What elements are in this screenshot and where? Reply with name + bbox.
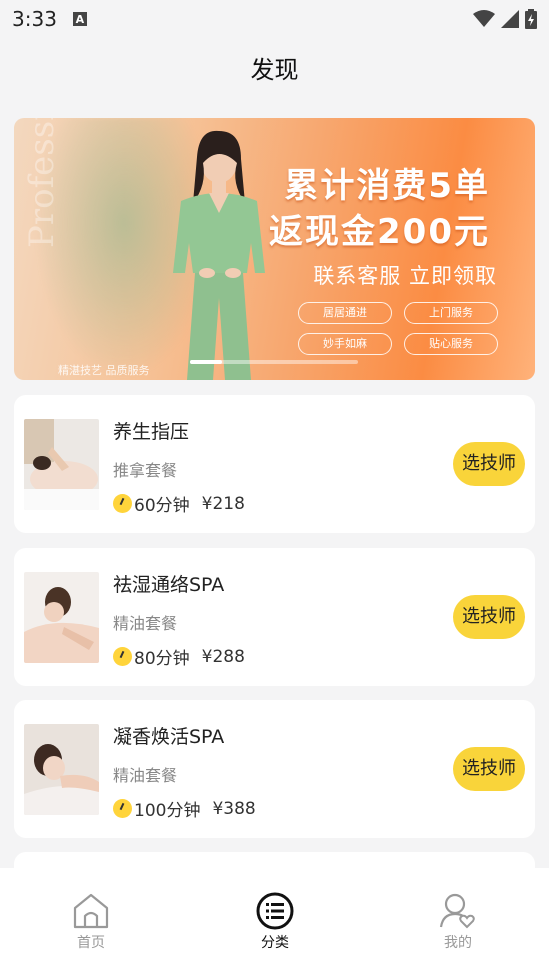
banner-tag: 居居通进 xyxy=(298,302,392,324)
service-title: 凝香焕活SPA xyxy=(113,726,225,748)
select-technician-button[interactable]: 选技师 xyxy=(453,747,525,791)
promo-headline-1: 累计消费5单 xyxy=(284,166,490,206)
tab-label: 首页 xyxy=(77,935,105,951)
promo-banner[interactable]: Professional 累计消费5单 返现金200元 联系客服 立即领取 居居… xyxy=(14,118,535,380)
wifi-icon xyxy=(473,10,495,27)
battery-icon xyxy=(525,9,537,29)
service-subtitle: 精油套餐 xyxy=(113,614,178,633)
tab-category[interactable]: 分类 xyxy=(235,892,315,952)
service-meta: 100分钟 ¥388 xyxy=(113,796,256,821)
tab-home[interactable]: 首页 xyxy=(51,892,131,952)
service-card[interactable]: 养生指压 推拿套餐 60分钟 ¥218 选技师 xyxy=(14,395,535,533)
notification-icon: A xyxy=(72,12,87,26)
category-list-icon xyxy=(256,892,294,930)
cellular-signal-icon xyxy=(501,10,519,28)
service-price: ¥218 xyxy=(201,493,245,514)
select-technician-button[interactable]: 选技师 xyxy=(453,595,525,639)
service-subtitle: 推拿套餐 xyxy=(113,461,178,480)
service-duration: 80分钟 xyxy=(134,649,190,669)
service-duration: 100分钟 xyxy=(134,801,201,821)
service-card[interactable]: 凝香焕活SPA 精油套餐 100分钟 ¥388 选技师 xyxy=(14,700,535,838)
service-title: 养生指压 xyxy=(113,421,190,443)
service-title: 祛湿通络SPA xyxy=(113,574,225,596)
service-price: ¥388 xyxy=(212,798,256,819)
service-price: ¥288 xyxy=(201,646,245,667)
carousel-indicator-active xyxy=(190,360,222,364)
service-duration: 60分钟 xyxy=(134,496,190,516)
service-meta: 60分钟 ¥218 xyxy=(113,491,245,516)
status-bar: 3:33 A xyxy=(0,0,549,38)
service-subtitle: 精油套餐 xyxy=(113,766,178,785)
tab-profile[interactable]: 我的 xyxy=(418,892,498,952)
banner-model-image xyxy=(173,130,265,380)
promo-headline-2: 返现金200元 xyxy=(269,212,490,252)
banner-footer-text: 精湛技艺 品质服务 xyxy=(58,364,150,377)
clock-icon xyxy=(113,494,132,513)
banner-tag: 贴心服务 xyxy=(404,333,498,355)
banner-side-text: Professional xyxy=(22,118,62,248)
banner-tag: 上门服务 xyxy=(404,302,498,324)
select-technician-button[interactable]: 选技师 xyxy=(453,442,525,486)
service-thumbnail-image xyxy=(24,724,99,815)
home-icon xyxy=(73,893,109,929)
service-meta: 80分钟 ¥288 xyxy=(113,644,245,669)
profile-heart-icon xyxy=(439,893,475,929)
tab-label: 我的 xyxy=(444,935,472,951)
banner-tag: 妙手如麻 xyxy=(298,333,392,355)
service-card[interactable]: 祛湿通络SPA 精油套餐 80分钟 ¥288 选技师 xyxy=(14,548,535,686)
bottom-tab-bar: 首页 分类 我的 xyxy=(0,868,549,976)
service-thumbnail-image xyxy=(24,419,99,510)
page-title: 发现 xyxy=(250,56,299,84)
clock-icon xyxy=(113,647,132,666)
service-thumbnail-image xyxy=(24,572,99,663)
status-time: 3:33 xyxy=(12,7,57,31)
tab-label: 分类 xyxy=(261,935,289,951)
promo-subtext: 联系客服 立即领取 xyxy=(313,264,497,288)
clock-icon xyxy=(113,799,132,818)
